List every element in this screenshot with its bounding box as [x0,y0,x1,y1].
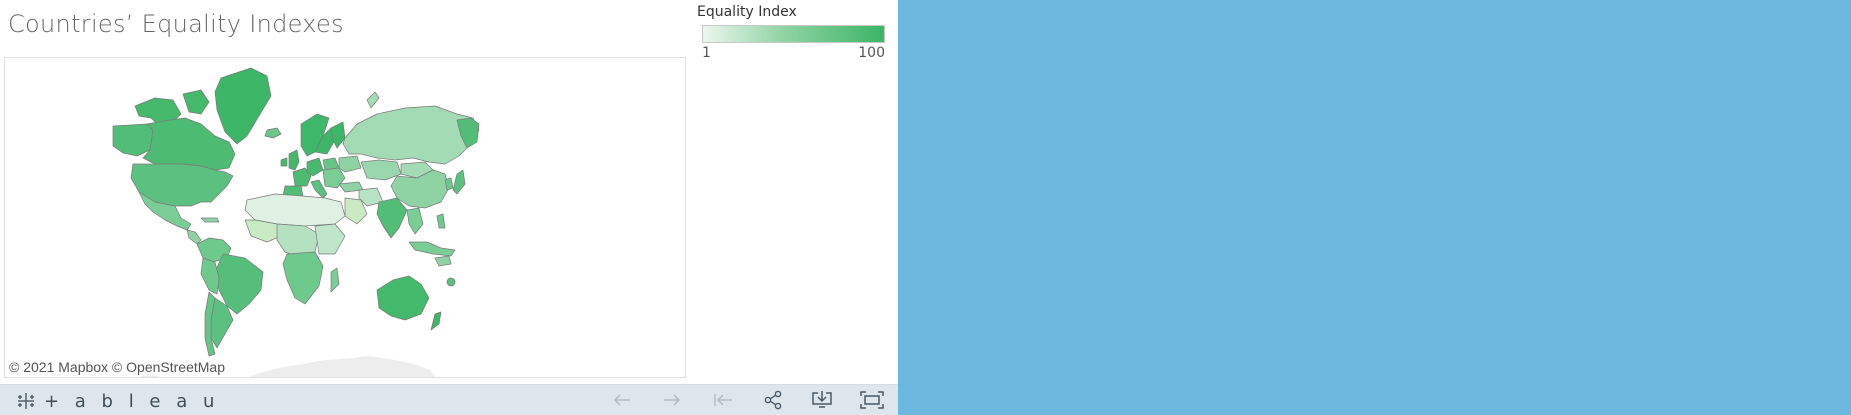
tableau-viz: Countries’ Equality Indexes © 2021 Mapbo… [0,0,898,415]
legend-labels: 1 100 [702,45,885,61]
legend-gradient-bar [702,25,885,43]
country-kazakhstan[interactable] [360,159,402,181]
tableau-wordmark: + a b l e a u [44,390,220,412]
country-madagascar[interactable] [330,267,340,293]
country-alaska[interactable] [112,123,154,157]
tableau-logo[interactable]: + a b l e a u [16,390,219,412]
region-antarctica-2 [139,375,161,377]
legend-title: Equality Index [697,4,797,20]
country-new-zealand[interactable] [430,311,442,331]
page-background [898,0,1851,415]
country-peru[interactable] [200,257,220,295]
country-ukraine[interactable] [338,155,362,173]
map-attribution[interactable]: © 2021 Mapbox © OpenStreetMap [9,359,225,375]
country-japan[interactable] [452,169,466,195]
viz-toolbar: + a b l e a u [0,384,898,415]
country-russia-islands[interactable] [366,91,380,109]
revert-button[interactable] [710,389,736,411]
page-title: Countries’ Equality Indexes [8,10,344,38]
country-uk[interactable] [288,149,300,171]
region-antarctica [249,356,436,377]
country-ireland[interactable] [280,157,288,167]
country-canada[interactable] [142,117,236,171]
legend-min-label: 1 [702,45,711,61]
country-greenland[interactable] [214,67,272,145]
world-map[interactable] [5,58,686,378]
download-icon [812,391,832,408]
arrow-right-icon [664,394,681,406]
download-button[interactable] [809,389,835,411]
country-southeast-asia[interactable] [406,207,424,235]
fullscreen-button[interactable] [859,389,885,411]
country-iceland[interactable] [264,127,282,139]
share-button[interactable] [760,389,786,411]
country-cuba[interactable] [200,217,220,223]
legend-max-label: 100 [858,45,885,61]
undo-button[interactable] [609,389,635,411]
tableau-cross-icon [18,393,34,409]
color-legend: Equality Index 1 100 [697,4,889,61]
country-pacific-island[interactable] [446,277,456,287]
country-canada-islands-2[interactable] [182,89,210,115]
country-india[interactable] [376,197,408,239]
country-russia[interactable] [342,105,480,165]
country-papua-new-guinea[interactable] [434,255,452,267]
country-philippines[interactable] [436,213,446,229]
country-south-africa-region[interactable] [282,251,324,305]
redo-button[interactable] [659,389,685,411]
country-germany[interactable] [306,157,324,177]
share-icon [764,390,782,410]
choropleth-map[interactable]: © 2021 Mapbox © OpenStreetMap [4,57,686,378]
country-east-africa[interactable] [314,223,346,255]
arrow-left-icon [613,394,630,406]
revert-icon [714,394,732,406]
country-central-america[interactable] [186,229,202,245]
country-australia[interactable] [376,275,430,321]
fullscreen-icon [860,391,884,409]
country-indonesia[interactable] [408,241,456,257]
